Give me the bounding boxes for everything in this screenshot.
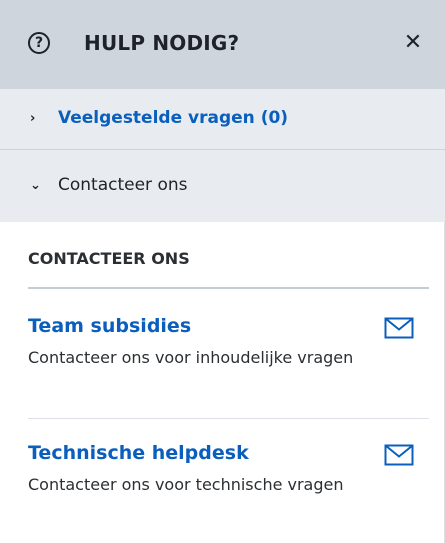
mail-icon[interactable] (384, 317, 414, 339)
contact-label[interactable]: Contacteer ons (58, 175, 187, 195)
accordion-contact[interactable]: ⌄ Contacteer ons (0, 150, 445, 222)
chevron-right-icon: › (30, 111, 36, 126)
accordion-faq[interactable]: › Veelgestelde vragen (0) (0, 89, 445, 150)
panel-header: ? HULP NODIG? ✕ (0, 0, 445, 89)
section-heading: CONTACTEER ONS (28, 249, 190, 268)
help-panel: ? HULP NODIG? ✕ › Veelgestelde vragen (0… (0, 0, 445, 543)
contact-title[interactable]: Team subsidies (28, 315, 191, 337)
contact-description: Contacteer ons voor technische vragen (28, 475, 344, 494)
section-divider (28, 287, 429, 289)
panel-title: HULP NODIG? (84, 31, 240, 55)
contact-description: Contacteer ons voor inhoudelijke vragen (28, 348, 354, 367)
chevron-down-icon: ⌄ (30, 178, 41, 193)
mail-icon[interactable] (384, 444, 414, 466)
faq-label[interactable]: Veelgestelde vragen (0) (58, 108, 288, 128)
question-circle-icon: ? (28, 32, 50, 54)
contact-title[interactable]: Technische helpdesk (28, 442, 249, 464)
contact-divider (28, 418, 429, 419)
close-icon[interactable]: ✕ (400, 30, 426, 56)
